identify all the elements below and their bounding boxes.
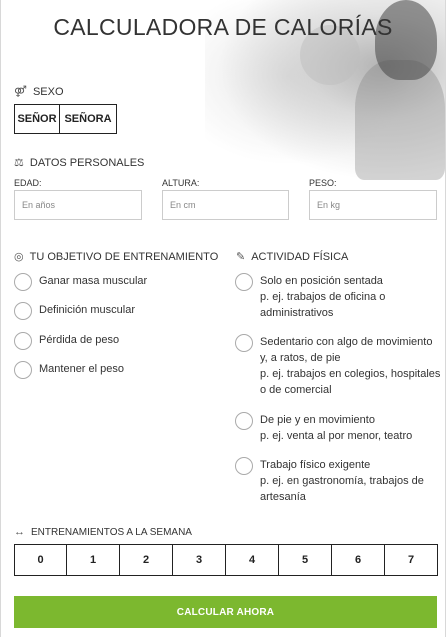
activity-icon: ✎ xyxy=(236,251,246,263)
week-option-0[interactable]: 0 xyxy=(14,544,67,576)
activity-example: o de comercial xyxy=(260,384,332,396)
week-option-7[interactable]: 7 xyxy=(385,544,438,576)
goal-option-gain[interactable]: Ganar masa muscular xyxy=(14,273,147,291)
goal-option-maintain[interactable]: Mantener el peso xyxy=(14,361,124,379)
activity-example: p. ej. trabajos de oficina o xyxy=(260,291,386,303)
activity-option-text: Sedentario con algo de movimiento y, a r… xyxy=(260,334,440,398)
week-option-3[interactable]: 3 xyxy=(173,544,226,576)
weight-input[interactable] xyxy=(310,191,436,219)
activity-option-text: Solo en posición sentada p. ej. trabajos… xyxy=(260,273,385,321)
week-option-2[interactable]: 2 xyxy=(120,544,173,576)
gender-icon: ⚤ xyxy=(14,86,27,98)
goal-option-label: Pérdida de peso xyxy=(39,334,120,346)
activity-title: Trabajo físico exigente xyxy=(260,459,371,471)
week-label: ENTRENAMIENTOS A LA SEMANA xyxy=(31,526,192,538)
radio-button[interactable] xyxy=(235,334,253,352)
week-section-label: ↔ ENTRENAMIENTOS A LA SEMANA xyxy=(14,526,192,538)
activity-option-sedentary[interactable]: Sedentario con algo de movimiento y, a r… xyxy=(235,334,440,398)
height-input[interactable] xyxy=(163,191,288,219)
height-field[interactable] xyxy=(162,190,289,220)
age-input[interactable] xyxy=(15,191,141,219)
activity-option-standing[interactable]: De pie y en movimiento p. ej. venta al p… xyxy=(235,412,412,444)
activity-option-physical[interactable]: Trabajo físico exigente p. ej. en gastro… xyxy=(235,457,424,505)
radio-button[interactable] xyxy=(14,302,32,320)
activity-example: p. ej. venta al por menor, teatro xyxy=(260,430,413,442)
goal-option-label: Mantener el peso xyxy=(39,363,124,375)
activity-title: De pie y en movimiento xyxy=(260,414,375,426)
page-title: CALCULADORA DE CALORÍAS xyxy=(53,14,393,40)
activity-example: artesanía xyxy=(260,491,306,503)
week-option-4[interactable]: 4 xyxy=(226,544,279,576)
calculate-button[interactable]: CALCULAR AHORA xyxy=(14,596,437,628)
personal-label: DATOS PERSONALES xyxy=(29,156,145,169)
sex-option-senora[interactable]: SEÑORA xyxy=(60,104,117,134)
radio-button[interactable] xyxy=(235,457,253,475)
activity-example: p. ej. trabajos en colegios, hospitales xyxy=(260,368,441,380)
goal-option-lose[interactable]: Pérdida de peso xyxy=(14,332,119,350)
activity-title: Sedentario con algo de movimiento xyxy=(260,336,433,348)
weight-field[interactable] xyxy=(309,190,437,220)
target-icon: ◎ xyxy=(14,251,24,263)
sex-section-label: ⚤ SEXO xyxy=(14,85,64,99)
sex-label: SEXO xyxy=(32,85,64,98)
activity-title: Solo en posición sentada xyxy=(260,275,383,287)
activity-option-text: Trabajo físico exigente p. ej. en gastro… xyxy=(260,457,424,505)
week-selector: 0 1 2 3 4 5 6 7 xyxy=(14,544,438,576)
goal-section-label: ◎ TU OBJETIVO DE ENTRENAMIENTO xyxy=(14,250,219,264)
radio-button[interactable] xyxy=(235,273,253,291)
activity-example: administrativos xyxy=(260,307,334,319)
week-option-6[interactable]: 6 xyxy=(332,544,385,576)
goal-option-label: Ganar masa muscular xyxy=(39,275,148,287)
weight-label: PESO: xyxy=(309,178,337,188)
age-field[interactable] xyxy=(14,190,142,220)
radio-button[interactable] xyxy=(14,273,32,291)
activity-title: y, a ratos, de pie xyxy=(260,352,341,364)
week-option-5[interactable]: 5 xyxy=(279,544,332,576)
radio-button[interactable] xyxy=(14,332,32,350)
week-option-1[interactable]: 1 xyxy=(67,544,120,576)
activity-example: p. ej. en gastronomía, trabajos de xyxy=(260,475,424,487)
activity-label: ACTIVIDAD FÍSICA xyxy=(251,250,349,263)
personal-section-label: ⚖ DATOS PERSONALES xyxy=(14,156,145,170)
goal-option-label: Definición muscular xyxy=(39,304,135,316)
radio-button[interactable] xyxy=(14,361,32,379)
goal-option-define[interactable]: Definición muscular xyxy=(14,302,135,320)
activity-section-label: ✎ ACTIVIDAD FÍSICA xyxy=(236,250,349,264)
goal-label: TU OBJETIVO DE ENTRENAMIENTO xyxy=(29,250,219,263)
radio-button[interactable] xyxy=(235,412,253,430)
calorie-calculator: CALCULADORA DE CALORÍAS ⚤ SEXO SEÑOR SEÑ… xyxy=(0,0,446,637)
activity-option-seated[interactable]: Solo en posición sentada p. ej. trabajos… xyxy=(235,273,385,321)
sex-option-senor[interactable]: SEÑOR xyxy=(14,104,60,134)
sex-selector: SEÑOR SEÑORA xyxy=(14,104,117,134)
arrows-icon: ↔ xyxy=(14,526,25,538)
height-label: ALTURA: xyxy=(162,178,200,188)
scale-icon: ⚖ xyxy=(14,157,24,169)
age-label: EDAD: xyxy=(14,178,42,188)
activity-option-text: De pie y en movimiento p. ej. venta al p… xyxy=(260,412,412,444)
